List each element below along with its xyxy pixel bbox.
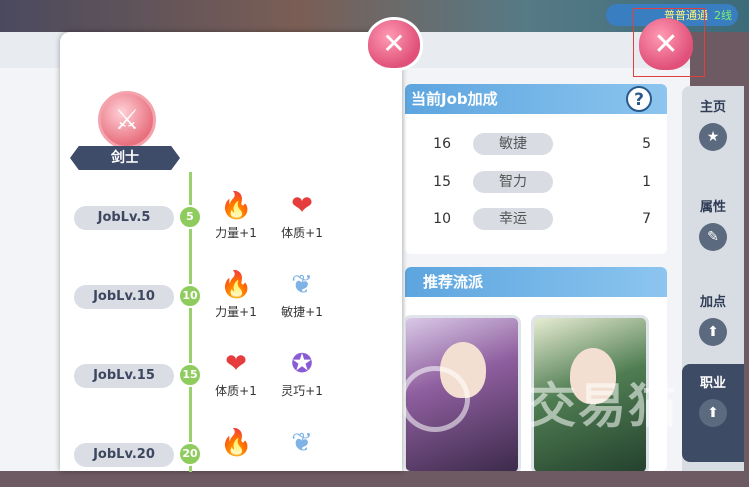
reward-label: 力量+1 (215, 305, 257, 319)
job-name: 剑士 (70, 146, 180, 170)
job-bonus-panel: 当前Job加成 ? 16 敏捷 5 15 智力 1 10 幸运 7 (405, 84, 667, 254)
close-icon: ✕ (382, 27, 406, 60)
level-node: 5 (178, 205, 202, 229)
level-row: JobLv.20 20 🔥 ❦ (60, 427, 402, 487)
popup-close-button[interactable]: ✕ (368, 20, 420, 68)
reward: 🔥 力量+1 (206, 269, 266, 320)
nav-label: 主页 (699, 100, 726, 115)
reward: 🔥 力量+1 (206, 190, 266, 241)
stat-row: 10 幸运 7 (405, 207, 667, 231)
level-node: 20 (178, 442, 202, 466)
reward-label: 体质+1 (215, 384, 257, 398)
arrow-up-icon: ⬆ (699, 318, 727, 346)
level-label: JobLv.5 (74, 206, 174, 230)
reward-label: 灵巧+1 (281, 384, 323, 398)
stat-value: 5 (642, 136, 651, 152)
stat-left-value: 15 (433, 174, 451, 190)
server-line: 2线 (714, 9, 732, 22)
reward-label: 力量+1 (215, 226, 257, 240)
star-icon: ★ (699, 123, 727, 151)
stat-row: 16 敏捷 5 (405, 132, 667, 156)
reward: ❤ 体质+1 (206, 348, 266, 399)
nav-item-attributes[interactable]: 属性 ✎ (682, 196, 744, 251)
stat-name: 敏捷 (473, 133, 553, 155)
star-icon: ✪ (291, 349, 313, 379)
stat-row: 15 智力 1 (405, 170, 667, 194)
level-row: JobLv.15 15 ❤ 体质+1 ✪ 灵巧+1 (60, 348, 402, 408)
reward: ❤ 体质+1 (272, 190, 332, 241)
heart-icon: ❤ (225, 349, 247, 379)
close-button[interactable]: ✕ (639, 18, 693, 70)
stat-value: 7 (642, 211, 651, 227)
reward: ✪ 灵巧+1 (272, 348, 332, 399)
wing-icon: ❦ (291, 270, 313, 300)
level-label: JobLv.20 (74, 443, 174, 467)
level-node: 15 (178, 363, 202, 387)
watermark-text: 交易猫 (528, 378, 679, 434)
panel-title: 推荐流派 (405, 267, 667, 297)
level-node: 10 (178, 284, 202, 308)
heart-icon: ❤ (291, 191, 313, 221)
reward-label: 敏捷+1 (281, 305, 323, 319)
pencil-icon: ✎ (699, 223, 727, 251)
nav-item-home[interactable]: 主页 ★ (682, 96, 744, 151)
level-row: JobLv.10 10 🔥 力量+1 ❦ 敏捷+1 (60, 269, 402, 329)
stat-left-value: 16 (433, 136, 451, 152)
fire-icon: 🔥 (220, 191, 253, 221)
stat-left-value: 10 (433, 211, 451, 227)
sword-icon: ⚔ (98, 91, 156, 149)
level-label: JobLv.15 (74, 364, 174, 388)
nav-label: 属性 (699, 200, 726, 215)
nav-label: 加点 (699, 295, 726, 310)
close-icon: ✕ (653, 26, 679, 62)
watermark-logo-icon (400, 366, 470, 432)
stat-name: 智力 (473, 171, 553, 193)
help-icon[interactable]: ? (626, 86, 652, 112)
stat-value: 1 (642, 174, 651, 190)
level-row: JobLv.5 5 🔥 力量+1 ❤ 体质+1 (60, 190, 402, 250)
reward: 🔥 (206, 427, 266, 459)
watermark: 交易猫 (400, 360, 700, 440)
reward: ❦ (272, 427, 332, 459)
reward-label: 体质+1 (281, 226, 323, 240)
stat-name: 幸运 (473, 208, 553, 230)
reward: ❦ 敏捷+1 (272, 269, 332, 320)
level-label: JobLv.10 (74, 285, 174, 309)
arrow-up-icon: ⬆ (699, 399, 727, 427)
fire-icon: 🔥 (220, 270, 253, 300)
fire-icon: 🔥 (220, 428, 253, 458)
wing-icon: ❦ (291, 428, 313, 458)
job-level-panel: ⚔ 剑士 JobLv.5 5 🔥 力量+1 ❤ 体质+1 JobLv.10 10… (60, 32, 402, 472)
nav-item-points[interactable]: 加点 ⬆ (682, 291, 744, 346)
